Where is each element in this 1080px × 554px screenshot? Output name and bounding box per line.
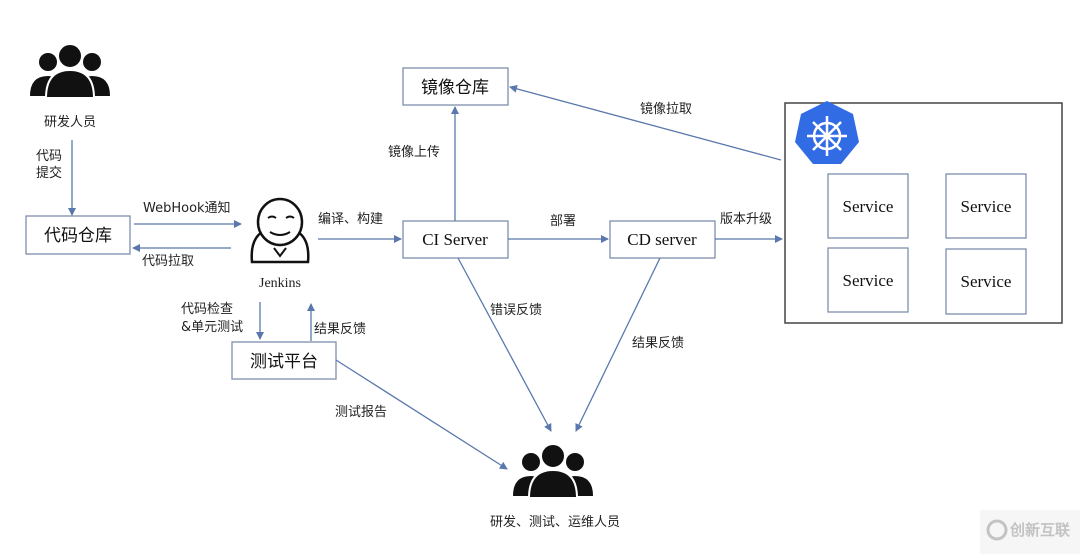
code-repo-label: 代码仓库 [44, 226, 112, 246]
jenkins-label: Jenkins [259, 276, 301, 291]
image-repo-label: 镜像仓库 [421, 78, 489, 98]
image-pull-label: 镜像拉取 [640, 102, 692, 117]
people-group-icon [29, 43, 111, 99]
test-feedback-label: 结果反馈 [314, 322, 366, 337]
error-feedback-arrow [457, 257, 552, 432]
watermark-text: 创新互联 [1009, 521, 1071, 539]
staff-label: 研发、测试、运维人员 [490, 514, 620, 530]
build-label: 编译、构建 [318, 212, 383, 227]
service-label-1: Service [843, 197, 894, 216]
cd-feedback-label: 结果反馈 [632, 336, 684, 351]
cd-server-label: CD server [627, 230, 697, 249]
test-platform-label: 测试平台 [250, 352, 318, 372]
check-test-label-2: &单元测试 [181, 320, 243, 335]
image-pull-arrow [509, 84, 782, 161]
commit-label-2: 提交 [36, 165, 62, 181]
service-label-3: Service [843, 271, 894, 290]
cicd-diagram: 研发人员 代码 提交 代码仓库 WebHook通知 代码拉取 Jenkins 编… [25, 43, 1080, 554]
jenkins-butler-icon [250, 197, 310, 264]
test-report-label: 测试报告 [335, 405, 387, 420]
ci-server-label: CI Server [422, 230, 488, 249]
developers-label: 研发人员 [44, 114, 96, 130]
watermark-logo: 创新互联 [980, 510, 1080, 554]
pull-code-label: 代码拉取 [142, 254, 194, 269]
service-label-2: Service [961, 197, 1012, 216]
check-test-label-1: 代码检查 [181, 302, 233, 317]
people-group-icon [512, 443, 594, 499]
error-feedback-label: 错误反馈 [490, 303, 542, 318]
upgrade-label: 版本升级 [720, 212, 772, 227]
deploy-label: 部署 [550, 214, 576, 229]
image-push-label: 镜像上传 [388, 145, 440, 160]
service-label-4: Service [961, 272, 1012, 291]
webhook-label: WebHook通知 [143, 200, 231, 216]
commit-label-1: 代码 [36, 149, 62, 164]
